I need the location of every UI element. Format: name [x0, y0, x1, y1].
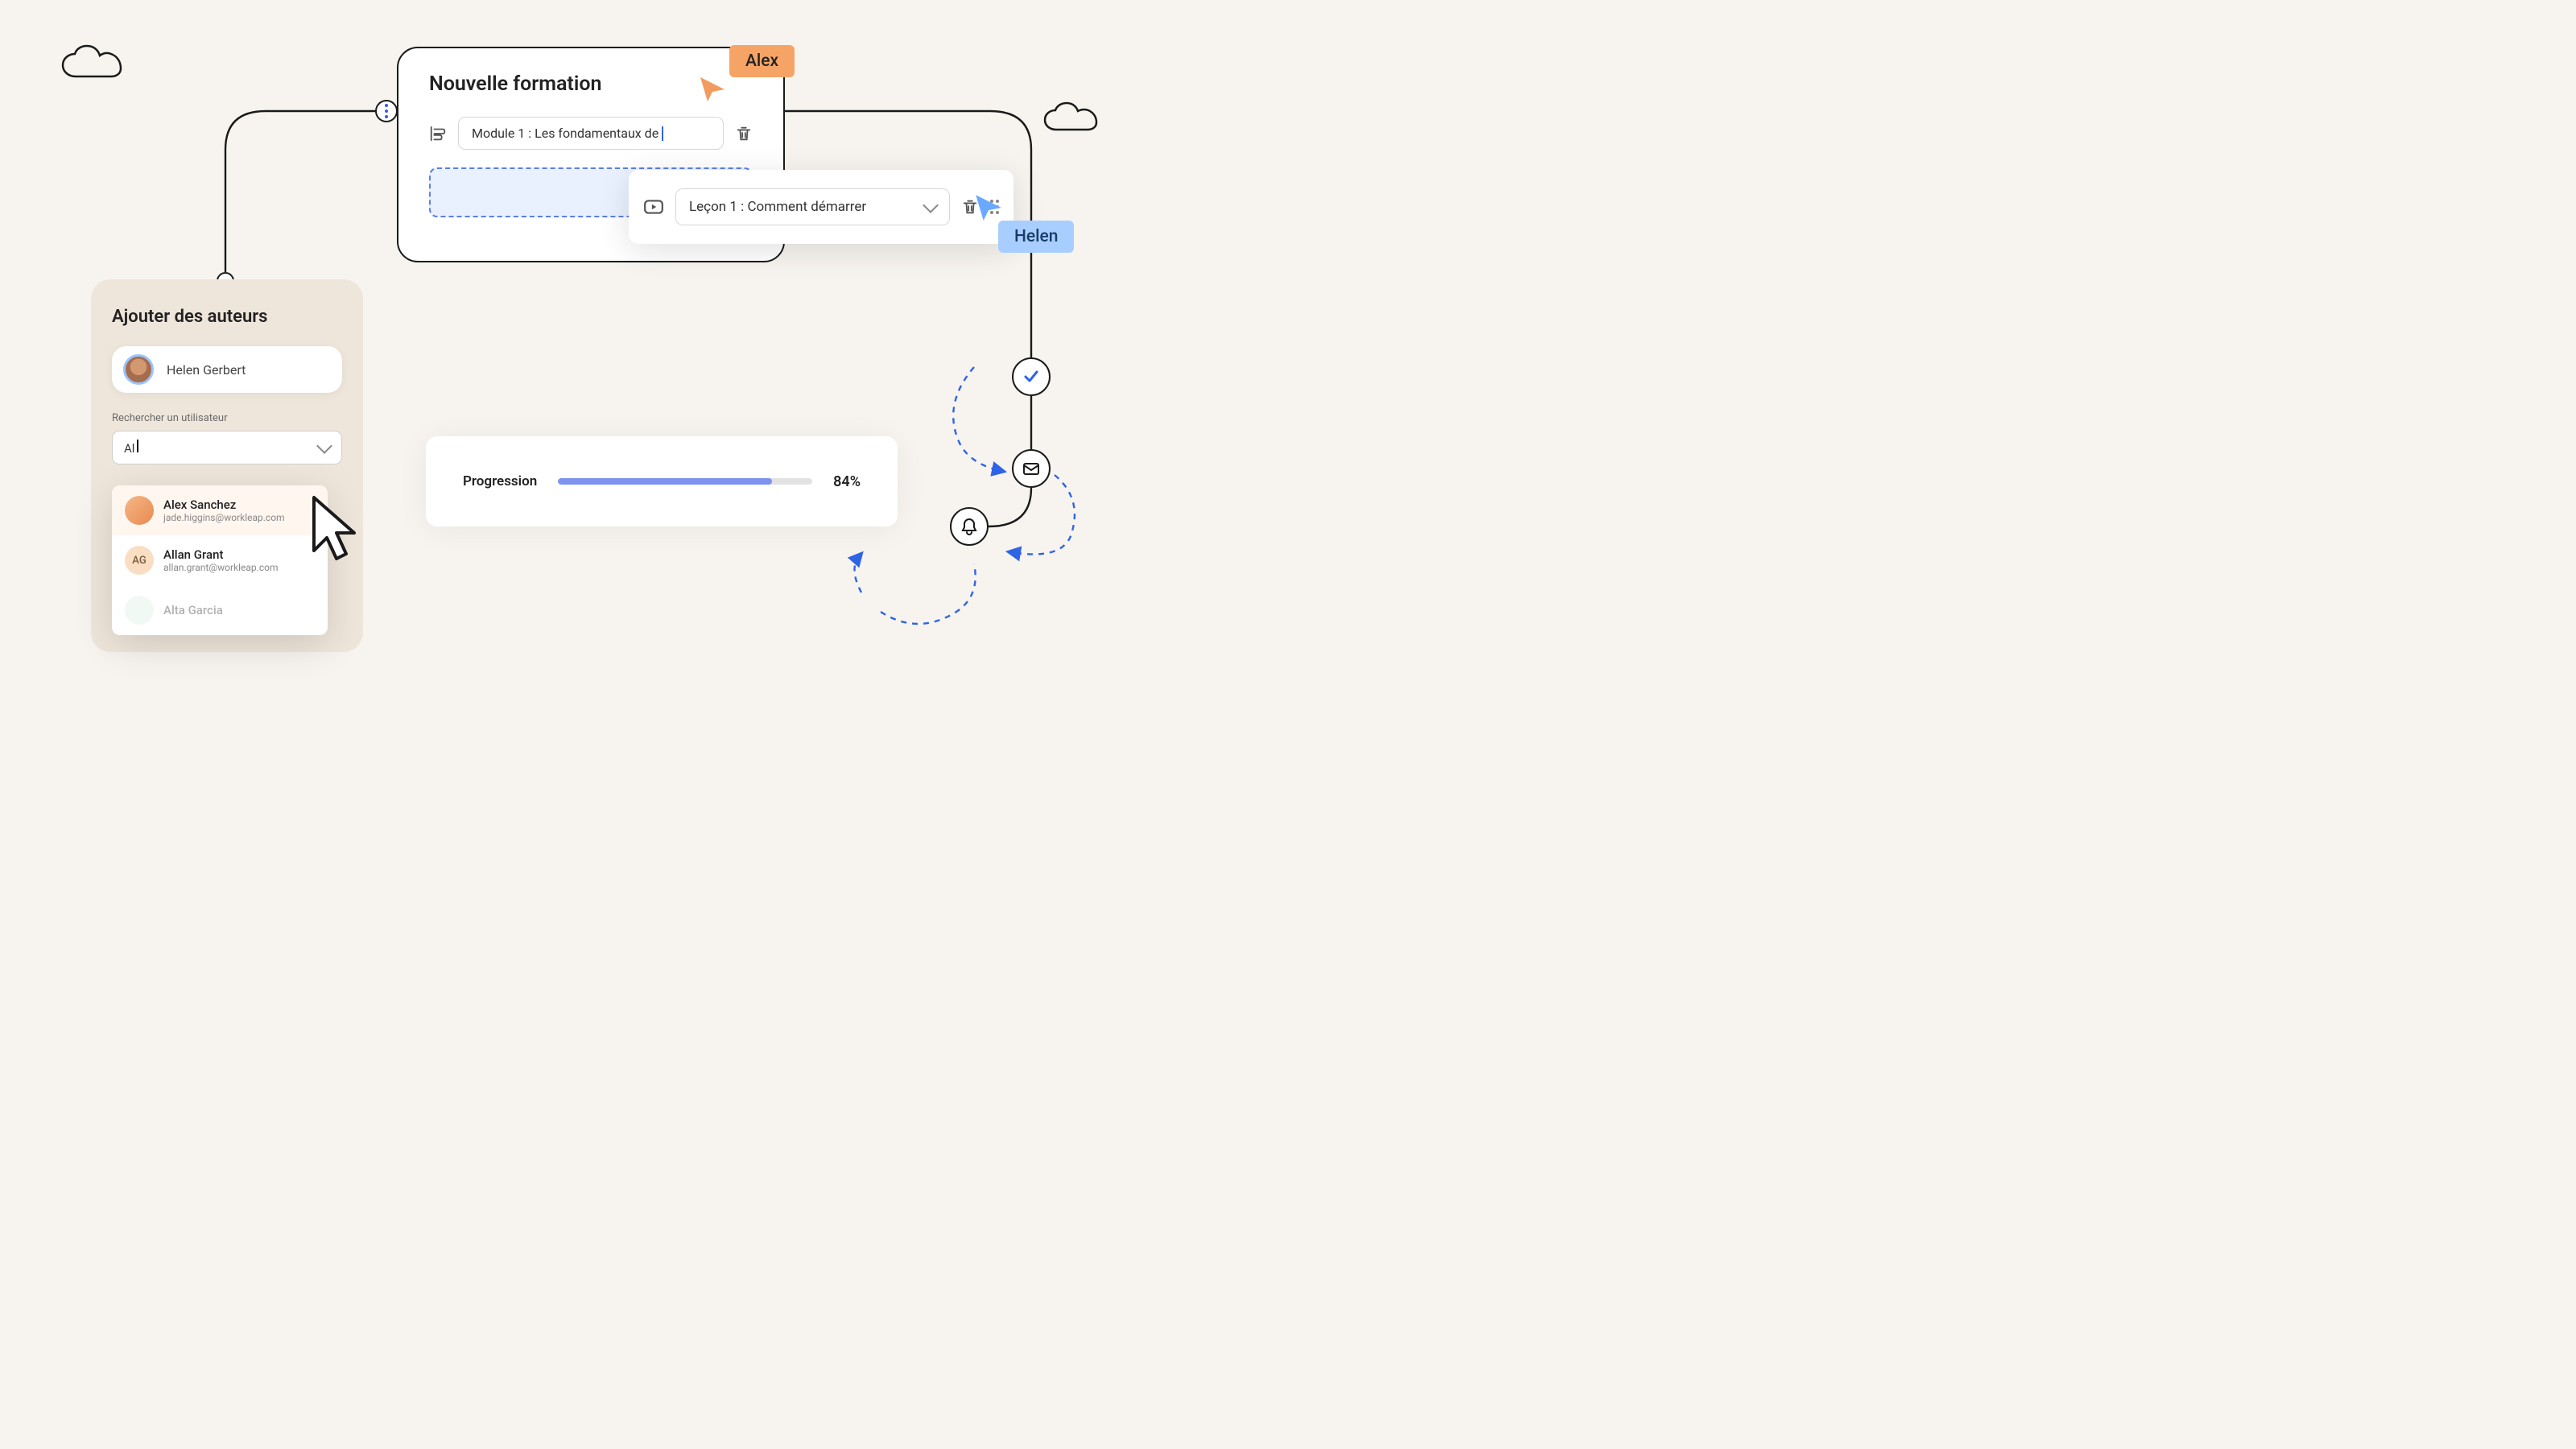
drag-dots-icon[interactable]	[375, 100, 398, 122]
module-title-input[interactable]: Module 1 : Les fondamentaux de	[458, 117, 724, 150]
dropdown-item-name: Alta Garcia	[163, 603, 223, 617]
avatar	[123, 354, 154, 385]
helen-tag: Helen	[998, 221, 1074, 253]
progress-card: Progression 84%	[426, 436, 898, 526]
avatar	[125, 596, 154, 625]
avatar: AG	[125, 546, 154, 575]
progress-fill	[558, 478, 771, 485]
dropdown-item[interactable]: AG Allan Grant allan.grant@workleap.com	[112, 535, 328, 585]
search-value: Al	[124, 441, 134, 456]
dropdown-item-email: allan.grant@workleap.com	[163, 562, 278, 573]
alex-tag: Alex	[729, 45, 795, 77]
cloud-icon	[1043, 101, 1106, 136]
chevron-down-icon	[316, 438, 332, 454]
search-user-label: Rechercher un utilisateur	[112, 412, 342, 424]
progress-value: 84%	[833, 473, 861, 490]
search-user-input[interactable]: Al	[112, 431, 342, 464]
mail-icon[interactable]	[1012, 449, 1051, 488]
lesson-input-text: Leçon 1 : Comment démarrer	[689, 199, 866, 215]
bell-icon[interactable]	[950, 507, 989, 546]
video-icon	[643, 196, 664, 217]
lesson-title-input[interactable]: Leçon 1 : Comment démarrer	[675, 188, 950, 225]
user-search-dropdown: Alex Sanchez jade.higgins@workleap.com A…	[112, 485, 328, 635]
add-authors-title: Ajouter des auteurs	[112, 307, 342, 327]
trash-icon[interactable]	[735, 124, 753, 143]
align-left-icon	[429, 125, 447, 142]
checkmark-icon[interactable]	[1012, 357, 1051, 396]
author-chip[interactable]: Helen Gerbert	[112, 346, 342, 393]
progress-bar	[558, 478, 812, 485]
alex-cursor-icon	[698, 75, 727, 107]
lesson-card: Leçon 1 : Comment démarrer	[629, 170, 1013, 244]
mouse-cursor-icon	[309, 494, 364, 572]
dropdown-item[interactable]: Alta Garcia	[112, 585, 328, 635]
dropdown-item-name: Allan Grant	[163, 547, 278, 562]
dropdown-item[interactable]: Alex Sanchez jade.higgins@workleap.com	[112, 485, 328, 535]
cloud-icon	[61, 44, 130, 83]
dropdown-item-name: Alex Sanchez	[163, 497, 285, 512]
author-chip-name: Helen Gerbert	[167, 362, 246, 378]
progress-label: Progression	[463, 473, 537, 489]
module-input-text: Module 1 : Les fondamentaux de	[472, 126, 658, 141]
avatar	[125, 496, 154, 525]
dropdown-item-email: jade.higgins@workleap.com	[163, 512, 285, 523]
chevron-down-icon	[923, 197, 939, 213]
